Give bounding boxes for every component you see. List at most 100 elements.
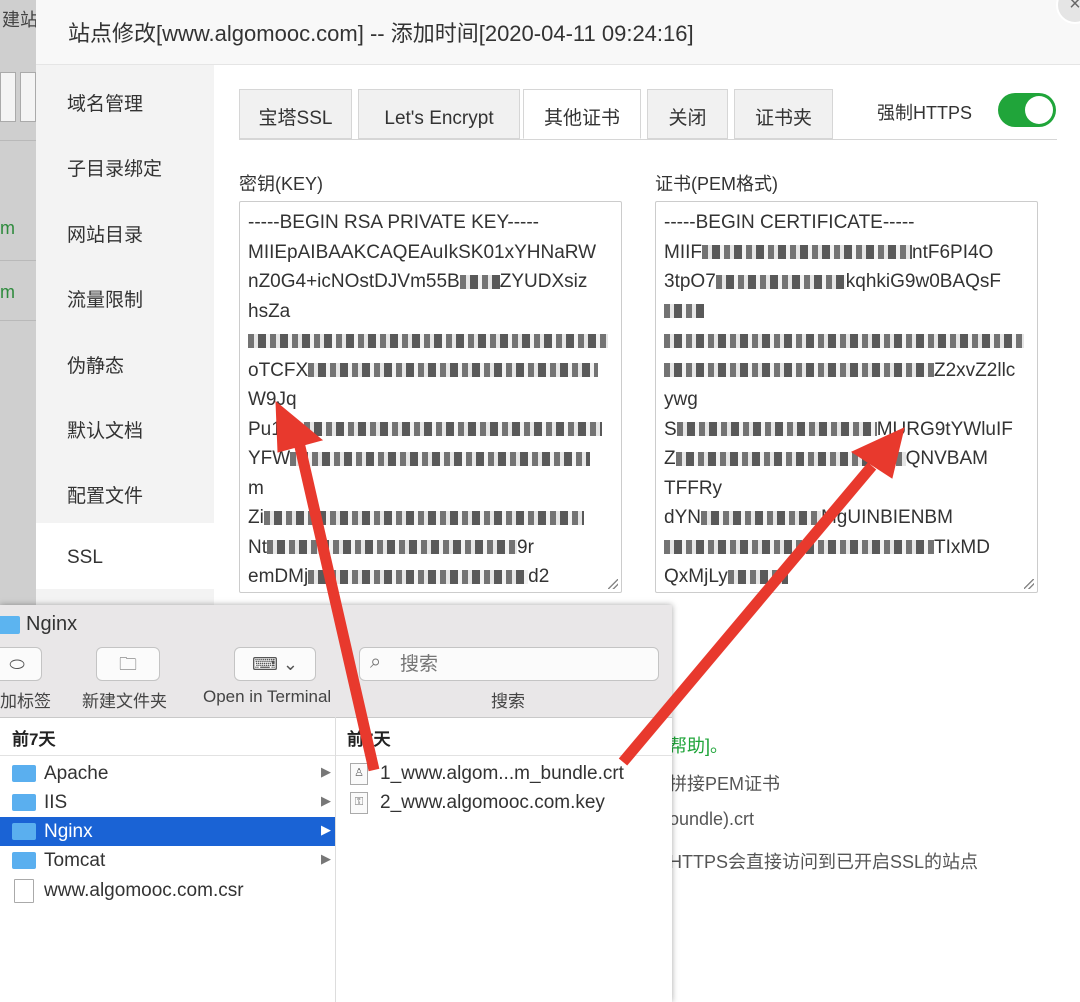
- menu-item-traffic[interactable]: 流量限制: [36, 265, 214, 325]
- list-item[interactable]: ⚿ 2_www.algomooc.com.key: [336, 788, 672, 817]
- menu-item-label: 流量限制: [67, 290, 144, 311]
- tab-underline: [239, 139, 1057, 140]
- open-terminal-button[interactable]: ⌨ ⌄: [234, 647, 316, 681]
- search-icon: ⌕: [370, 651, 382, 673]
- divider: [0, 260, 36, 261]
- folder-icon: [12, 823, 36, 840]
- search-input[interactable]: [398, 652, 652, 678]
- menu-item-default-doc[interactable]: 默认文档: [36, 396, 214, 456]
- help-link[interactable]: 帮助]。: [669, 732, 728, 758]
- cert-line: TIxMD: [664, 533, 1029, 563]
- menu-item-label: 配置文件: [67, 486, 144, 507]
- folder-icon: [12, 794, 36, 811]
- cert-line: [664, 326, 1029, 356]
- list-item[interactable]: Nginx ▶: [0, 817, 335, 846]
- key-label: 密钥(KEY): [239, 174, 324, 194]
- key-line: nZ0G4+icNOstDJVm55B ZYUDXsiz: [248, 271, 588, 292]
- list-item[interactable]: Tomcat ▶: [0, 846, 335, 875]
- new-folder-button[interactable]: 🗀: [96, 647, 160, 681]
- key-line: Zi: [248, 503, 613, 533]
- tab-lets-encrypt[interactable]: Let's Encrypt: [358, 89, 520, 139]
- key-line: MIIEpAIBAAKCAQEAuIkSK01xYHNaRW: [248, 241, 597, 263]
- menu-item-subdir[interactable]: 子目录绑定: [36, 134, 214, 194]
- tab-bt-ssl[interactable]: 宝塔SSL: [239, 89, 352, 139]
- tag-button[interactable]: ⬭: [0, 647, 42, 681]
- tab-close[interactable]: 关闭: [647, 89, 728, 139]
- chevron-right-icon: ▶: [321, 822, 331, 837]
- column-header: 前7天: [12, 730, 56, 749]
- tab-other-cert[interactable]: 其他证书: [523, 89, 641, 139]
- key-line: YFW: [248, 444, 613, 474]
- tab-cert-folder[interactable]: 证书夹: [734, 89, 833, 139]
- chevron-right-icon: ▶: [321, 793, 331, 808]
- folder-icon: [12, 765, 36, 782]
- terminal-icon: ⌨ ⌄: [251, 654, 299, 674]
- cert-line: TFFRy: [664, 477, 723, 499]
- menu-item-label: 默认文档: [67, 421, 144, 442]
- search-field[interactable]: ⌕: [359, 647, 659, 681]
- list-item[interactable]: Apache ▶: [0, 759, 335, 788]
- cert-line: ywg: [664, 389, 698, 410]
- tag-icon: ⬭: [9, 654, 25, 674]
- column-header: 前7天: [347, 730, 391, 749]
- folder-icon: [0, 616, 20, 634]
- menu-item-domain[interactable]: 域名管理: [36, 69, 214, 129]
- cert-line: [664, 297, 1029, 327]
- list-item[interactable]: ♙ 1_www.algom...m_bundle.crt: [336, 759, 672, 788]
- menu-item-rewrite[interactable]: 伪静态: [36, 331, 214, 391]
- resize-handle[interactable]: [1024, 579, 1034, 589]
- modal-header: 站点修改[www.algomooc.com] -- 添加时间[2020-04-1…: [36, 0, 1080, 65]
- background-green-label: m: [0, 218, 15, 238]
- folder-icon: [12, 852, 36, 869]
- key-line: hsZa: [248, 300, 291, 322]
- divider: [0, 140, 36, 141]
- finder-title: Nginx: [26, 613, 78, 635]
- chevron-right-icon: ▶: [321, 851, 331, 866]
- cert-textarea[interactable]: -----BEGIN CERTIFICATE----- MIIF ntF6PI4O…: [655, 201, 1038, 593]
- toggle-knob: [1025, 96, 1053, 124]
- menu-item-label: SSL: [67, 547, 103, 568]
- menu-item-label: 网站目录: [67, 225, 144, 246]
- chevron-right-icon: ▶: [321, 764, 331, 779]
- terminal-label: Open in Terminal: [203, 687, 332, 706]
- divider: [0, 755, 672, 756]
- menu-item-ssl[interactable]: SSL: [36, 523, 214, 589]
- menu-item-label: 域名管理: [67, 94, 144, 115]
- key-textarea[interactable]: -----BEGIN RSA PRIVATE KEY----- MIIEpAIB…: [239, 201, 622, 593]
- key-line: oTCFX: [248, 356, 613, 386]
- new-folder-label: 新建文件夹: [82, 692, 167, 711]
- cert-line: QxMjLy: [664, 562, 1029, 592]
- key-line: emDMj d2: [248, 566, 550, 587]
- list-item[interactable]: www.algomooc.com.csr: [0, 876, 335, 905]
- resize-handle[interactable]: [608, 579, 618, 589]
- menu-item-site-dir[interactable]: 网站目录: [36, 200, 214, 260]
- cert-line: Z2xvZ2llc: [664, 356, 1029, 386]
- background-input: [20, 72, 36, 122]
- cert-line: dYN MgUINBIENBM: [664, 507, 953, 528]
- menu-item-label: 伪静态: [67, 356, 125, 377]
- background-green-label: m: [0, 282, 15, 302]
- search-label: 搜索: [491, 692, 525, 711]
- background-input: [0, 72, 16, 122]
- key-line: Pu1: [248, 415, 613, 445]
- help-text: 拼接PEM证书: [669, 774, 781, 794]
- key-file-icon: ⚿: [350, 792, 368, 814]
- key-line: W9Jq: [248, 389, 297, 410]
- key-line: Nt 9r: [248, 536, 534, 558]
- finder-window: Nginx ⬭ 🗀 ⌨ ⌄ ⌕ 加标签 新建文件夹 Open in Termin…: [0, 605, 672, 1002]
- certificate-icon: ♙: [350, 763, 368, 785]
- cert-line: Z QNVBAM: [664, 448, 988, 469]
- key-line: [248, 326, 613, 356]
- background-title: 建站: [2, 10, 38, 30]
- cert-line: S MURG9tYWluIF: [664, 418, 1013, 440]
- list-item[interactable]: IIS ▶: [0, 788, 335, 817]
- force-https-toggle[interactable]: [998, 93, 1056, 127]
- menu-item-config[interactable]: 配置文件: [36, 461, 214, 521]
- divider: [0, 320, 36, 321]
- cert-label: 证书(PEM格式): [655, 174, 778, 194]
- menu-item-label: 子目录绑定: [67, 159, 163, 180]
- tag-label: 加标签: [0, 692, 51, 711]
- help-text: oundle).crt: [669, 809, 755, 829]
- document-icon: [14, 879, 34, 903]
- new-folder-icon: 🗀: [119, 654, 137, 674]
